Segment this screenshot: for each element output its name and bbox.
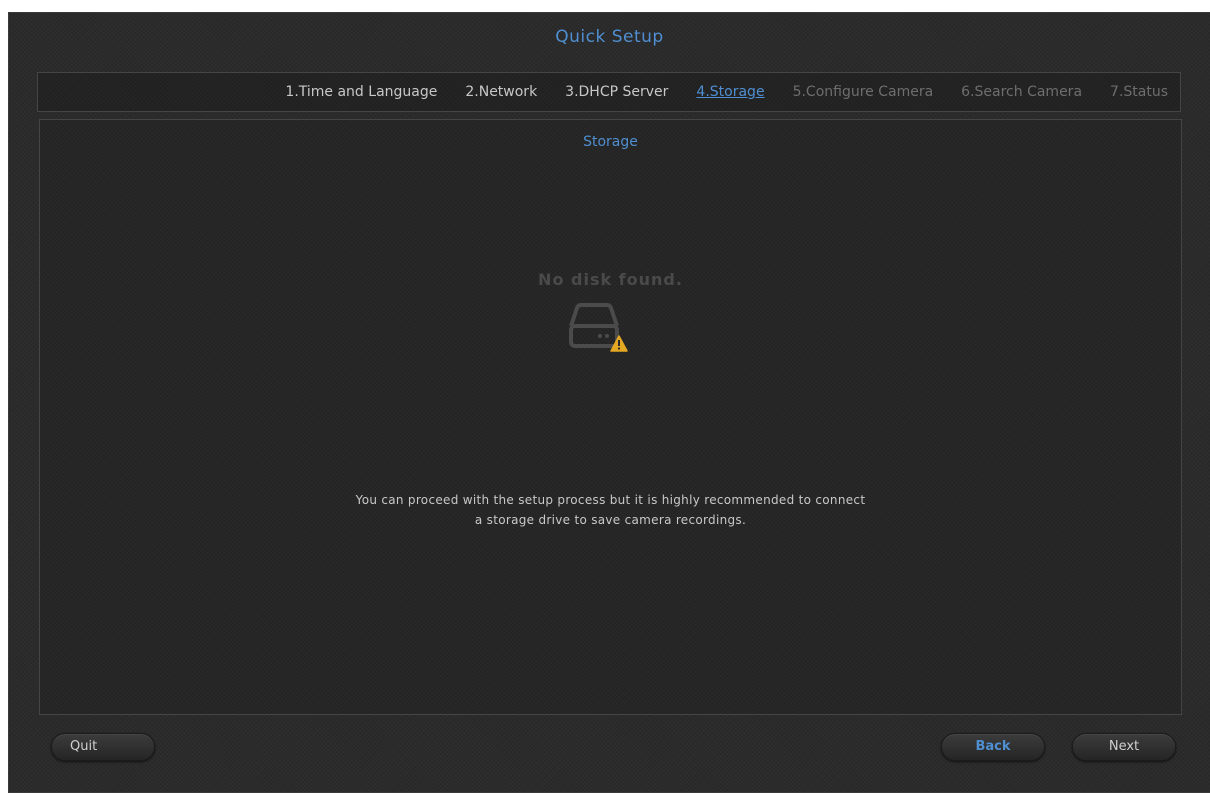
next-button[interactable]: Next <box>1072 733 1176 761</box>
storage-recommendation-message: You can proceed with the setup process b… <box>40 490 1181 530</box>
no-disk-status: No disk found. <box>538 270 683 289</box>
hard-drive-icon <box>569 303 619 348</box>
window-title: Quick Setup <box>555 27 664 47</box>
step-dhcp-server[interactable]: 3.DHCP Server <box>565 84 668 100</box>
quick-setup-window: Quick Setup 1.Time and Language 2.Networ… <box>8 12 1210 793</box>
step-search-camera: 6.Search Camera <box>961 84 1083 100</box>
panel-title: Storage <box>583 134 638 150</box>
step-time-and-language[interactable]: 1.Time and Language <box>285 84 437 100</box>
back-button[interactable]: Back <box>941 733 1045 761</box>
quit-button[interactable]: Quit <box>51 733 155 761</box>
step-status: 7.Status <box>1110 84 1168 100</box>
hard-drive-warning-icon <box>569 303 628 352</box>
step-network[interactable]: 2.Network <box>465 84 537 100</box>
message-line-2: a storage drive to save camera recording… <box>474 513 747 527</box>
setup-steps-bar: 1.Time and Language 2.Network 3.DHCP Ser… <box>37 72 1181 112</box>
step-configure-camera: 5.Configure Camera <box>792 84 934 100</box>
warning-icon <box>610 335 628 352</box>
step-storage[interactable]: 4.Storage <box>696 84 764 100</box>
message-line-1: You can proceed with the setup process b… <box>355 493 866 507</box>
storage-panel: Storage No disk found. You can proceed w… <box>39 119 1182 715</box>
